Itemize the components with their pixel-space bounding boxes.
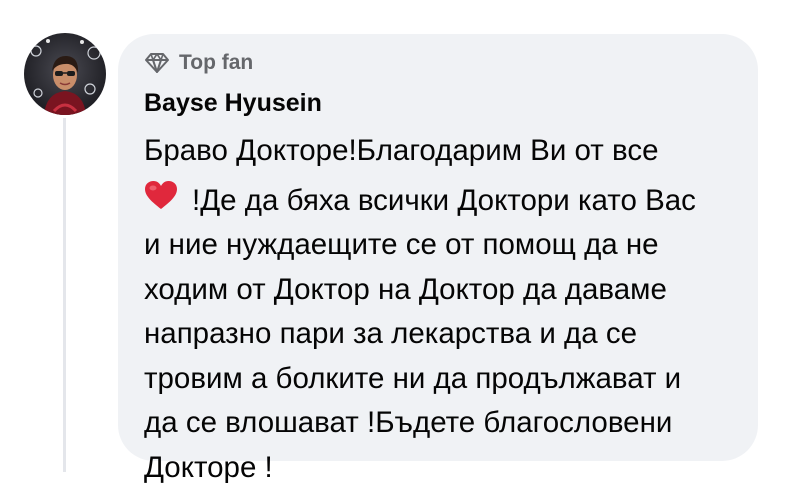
comment-line: да се влошават !Бъдете благословени	[144, 401, 734, 446]
thread-line	[63, 118, 66, 472]
avatar[interactable]	[24, 33, 106, 115]
comment-line: Докторе !	[144, 446, 734, 490]
comment-line: напразно пари за лекарства и да се	[144, 312, 734, 357]
comment-line: и ние нуждаещите се от помощ да не	[144, 223, 734, 268]
profile-photo	[24, 33, 106, 115]
comment-text: Браво Докторе!Благодарим Ви от все !Де д…	[144, 129, 734, 490]
comment-line: Браво Докторе!Благодарим Ви от все	[144, 129, 734, 174]
badge-label: Top fan	[179, 51, 253, 75]
top-fan-badge[interactable]: Top fan	[144, 48, 734, 78]
author-name[interactable]: Bayse Hyusein	[144, 86, 734, 120]
comment-line-text: !Де да бяха всички Доктори като Вас	[192, 179, 696, 224]
comment-line: тровим а болките ни да продължават и	[144, 357, 734, 402]
comment-line: !Де да бяха всички Доктори като Вас	[144, 179, 734, 224]
comment-line: ходим от Доктор на Доктор да даваме	[144, 268, 734, 313]
red-heart-emoji-icon	[144, 179, 178, 224]
diamond-icon	[144, 52, 170, 74]
comment-bubble: Top fan Bayse Hyusein Браво Докторе!Благ…	[118, 34, 758, 461]
